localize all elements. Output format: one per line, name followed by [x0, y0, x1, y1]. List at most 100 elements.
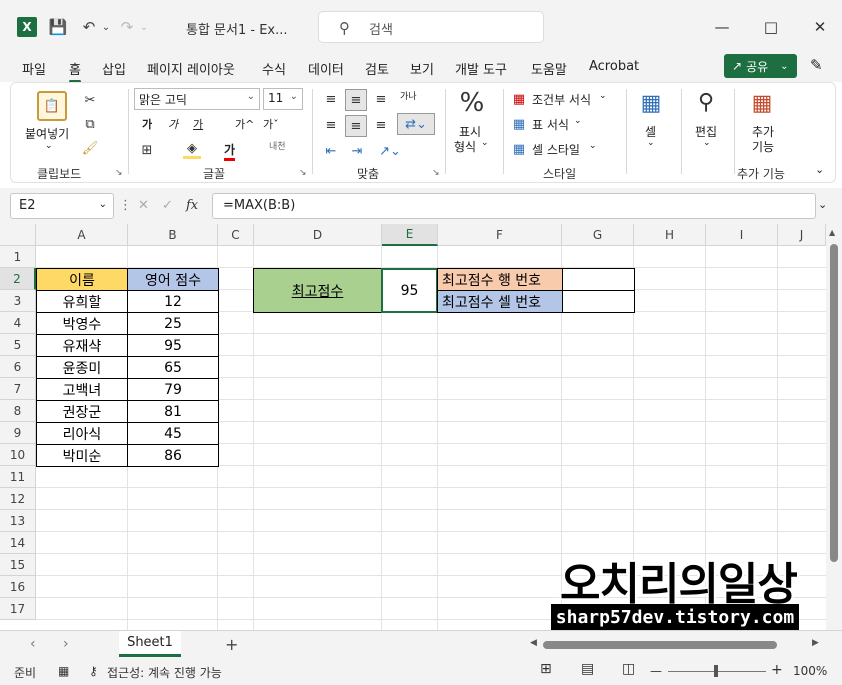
insert-function-button[interactable]: fx: [186, 198, 198, 213]
paste-dropdown-icon[interactable]: ⌄: [45, 141, 53, 151]
row-header-12[interactable]: 12: [0, 488, 36, 510]
cancel-icon[interactable]: ✕: [138, 198, 149, 213]
table-cell-score[interactable]: 12: [127, 290, 219, 313]
row-header-3[interactable]: 3: [0, 290, 36, 312]
vertical-scrollbar[interactable]: ▲: [826, 224, 842, 630]
max-row-number-value[interactable]: [562, 268, 635, 291]
conditional-format-button[interactable]: 조건부 서식: [532, 91, 591, 108]
horizontal-scroll-thumb[interactable]: [543, 641, 777, 649]
format-painter-icon[interactable]: 🖌: [81, 139, 99, 157]
minimize-button[interactable]: —: [707, 15, 737, 39]
tab-help[interactable]: 도움말: [531, 59, 567, 78]
align-top-icon[interactable]: ≡: [321, 89, 341, 109]
table-cell-score[interactable]: 65: [127, 356, 219, 379]
max-score-label[interactable]: 최고점수: [253, 268, 382, 313]
add-sheet-button[interactable]: +: [225, 635, 238, 654]
bold-button[interactable]: 가: [142, 116, 152, 132]
table-header-name[interactable]: 이름: [36, 268, 128, 291]
macro-record-icon[interactable]: ▦: [58, 664, 69, 678]
page-break-view-icon[interactable]: ◫: [622, 661, 635, 677]
row-header-7[interactable]: 7: [0, 378, 36, 400]
find-icon[interactable]: ⚲: [691, 87, 721, 117]
scroll-up-icon[interactable]: ▲: [829, 228, 835, 237]
row-header-14[interactable]: 14: [0, 532, 36, 554]
table-cell-name[interactable]: 윤종미: [36, 356, 128, 379]
addins-icon[interactable]: ▦: [747, 89, 777, 117]
table-cell-name[interactable]: 권장군: [36, 400, 128, 423]
align-left-icon[interactable]: ≡: [321, 115, 341, 135]
redo-dropdown-icon[interactable]: ⌄: [139, 17, 149, 37]
table-cell-name[interactable]: 박미순: [36, 444, 128, 467]
cell-style-icon[interactable]: ▦: [511, 141, 527, 157]
sheet-tab-sheet1[interactable]: Sheet1: [119, 631, 181, 657]
table-cell-name[interactable]: 박영수: [36, 312, 128, 335]
row-header-4[interactable]: 4: [0, 312, 36, 334]
font-name-dropdown[interactable]: 맑은 고딕 ⌄: [134, 88, 260, 110]
row-header-9[interactable]: 9: [0, 422, 36, 444]
shrink-font-button[interactable]: 가ˇ: [263, 116, 279, 132]
table-format-icon[interactable]: ▦: [511, 116, 527, 132]
search-box[interactable]: ⚲ 검색: [318, 11, 544, 43]
row-header-5[interactable]: 5: [0, 334, 36, 356]
tab-file[interactable]: 파일: [22, 59, 46, 78]
row-header-10[interactable]: 10: [0, 444, 36, 466]
column-header-b[interactable]: B: [128, 224, 218, 246]
fill-color-icon[interactable]: ◈: [183, 141, 201, 159]
alignment-launcher-icon[interactable]: ↘: [432, 168, 440, 178]
increase-indent-icon[interactable]: ⇥: [347, 141, 367, 161]
redo-icon[interactable]: ↷: [118, 17, 136, 37]
tab-formulas[interactable]: 수식: [262, 59, 286, 78]
zoom-in-button[interactable]: +: [771, 662, 783, 678]
table-format-button[interactable]: 표 서식: [532, 116, 569, 133]
row-header-17[interactable]: 17: [0, 598, 36, 620]
align-right-icon[interactable]: ≡: [371, 115, 391, 135]
ribbon-collapse-icon[interactable]: ⌄: [815, 163, 824, 176]
tab-review[interactable]: 검토: [365, 59, 389, 78]
row-header-8[interactable]: 8: [0, 400, 36, 422]
undo-dropdown-icon[interactable]: ⌄: [101, 17, 111, 37]
select-all-corner[interactable]: [0, 224, 36, 246]
align-bottom-icon[interactable]: ≡: [371, 89, 391, 109]
italic-button[interactable]: 가: [168, 116, 178, 132]
column-header-h[interactable]: H: [634, 224, 706, 246]
table-cell-name[interactable]: 유재샥: [36, 334, 128, 357]
font-color-button[interactable]: 가: [224, 141, 236, 161]
save-icon[interactable]: 💾: [49, 17, 68, 37]
max-cell-number-label[interactable]: 최고점수 셀 번호: [437, 290, 563, 313]
chevron-down-icon[interactable]: ⌄: [481, 138, 489, 148]
comment-icon[interactable]: ✎: [810, 56, 823, 74]
tab-developer[interactable]: 개발 도구: [455, 59, 507, 78]
formula-input[interactable]: =MAX(B:B): [212, 193, 816, 219]
addins-label-2[interactable]: 기능: [752, 138, 774, 155]
table-cell-name[interactable]: 유희할: [36, 290, 128, 313]
table-cell-score[interactable]: 79: [127, 378, 219, 401]
merge-center-icon[interactable]: ⇄⌄: [397, 113, 435, 135]
underline-button[interactable]: 가: [193, 116, 203, 132]
page-layout-view-icon[interactable]: ▤: [581, 661, 594, 677]
font-launcher-icon[interactable]: ↘: [299, 168, 307, 178]
column-header-f[interactable]: F: [438, 224, 562, 246]
borders-icon[interactable]: ⊞: [138, 141, 156, 159]
max-cell-number-value[interactable]: [562, 290, 635, 313]
align-center-icon[interactable]: ≡: [345, 115, 367, 137]
column-header-d[interactable]: D: [254, 224, 382, 246]
paste-icon[interactable]: 📋: [37, 91, 67, 121]
zoom-slider-thumb[interactable]: [714, 665, 718, 677]
tab-insert[interactable]: 삽입: [102, 59, 126, 78]
percent-icon[interactable]: %: [457, 87, 487, 119]
column-header-i[interactable]: I: [706, 224, 778, 246]
table-cell-name[interactable]: 리아식: [36, 422, 128, 445]
grow-font-button[interactable]: 가^: [235, 116, 254, 132]
accessibility-status[interactable]: 접근성: 계속 진행 가능: [107, 664, 222, 681]
table-cell-score[interactable]: 81: [127, 400, 219, 423]
max-score-value[interactable]: 95: [381, 268, 438, 313]
name-box[interactable]: E2 ⌄: [10, 193, 114, 219]
column-header-g[interactable]: G: [562, 224, 634, 246]
tab-acrobat[interactable]: Acrobat: [589, 59, 639, 74]
column-header-e[interactable]: E: [382, 224, 438, 246]
zoom-level[interactable]: 100%: [793, 664, 827, 678]
table-cell-name[interactable]: 고백녀: [36, 378, 128, 401]
table-cell-score[interactable]: 45: [127, 422, 219, 445]
scroll-left-icon[interactable]: ◀: [530, 638, 537, 648]
close-button[interactable]: ✕: [805, 15, 835, 39]
